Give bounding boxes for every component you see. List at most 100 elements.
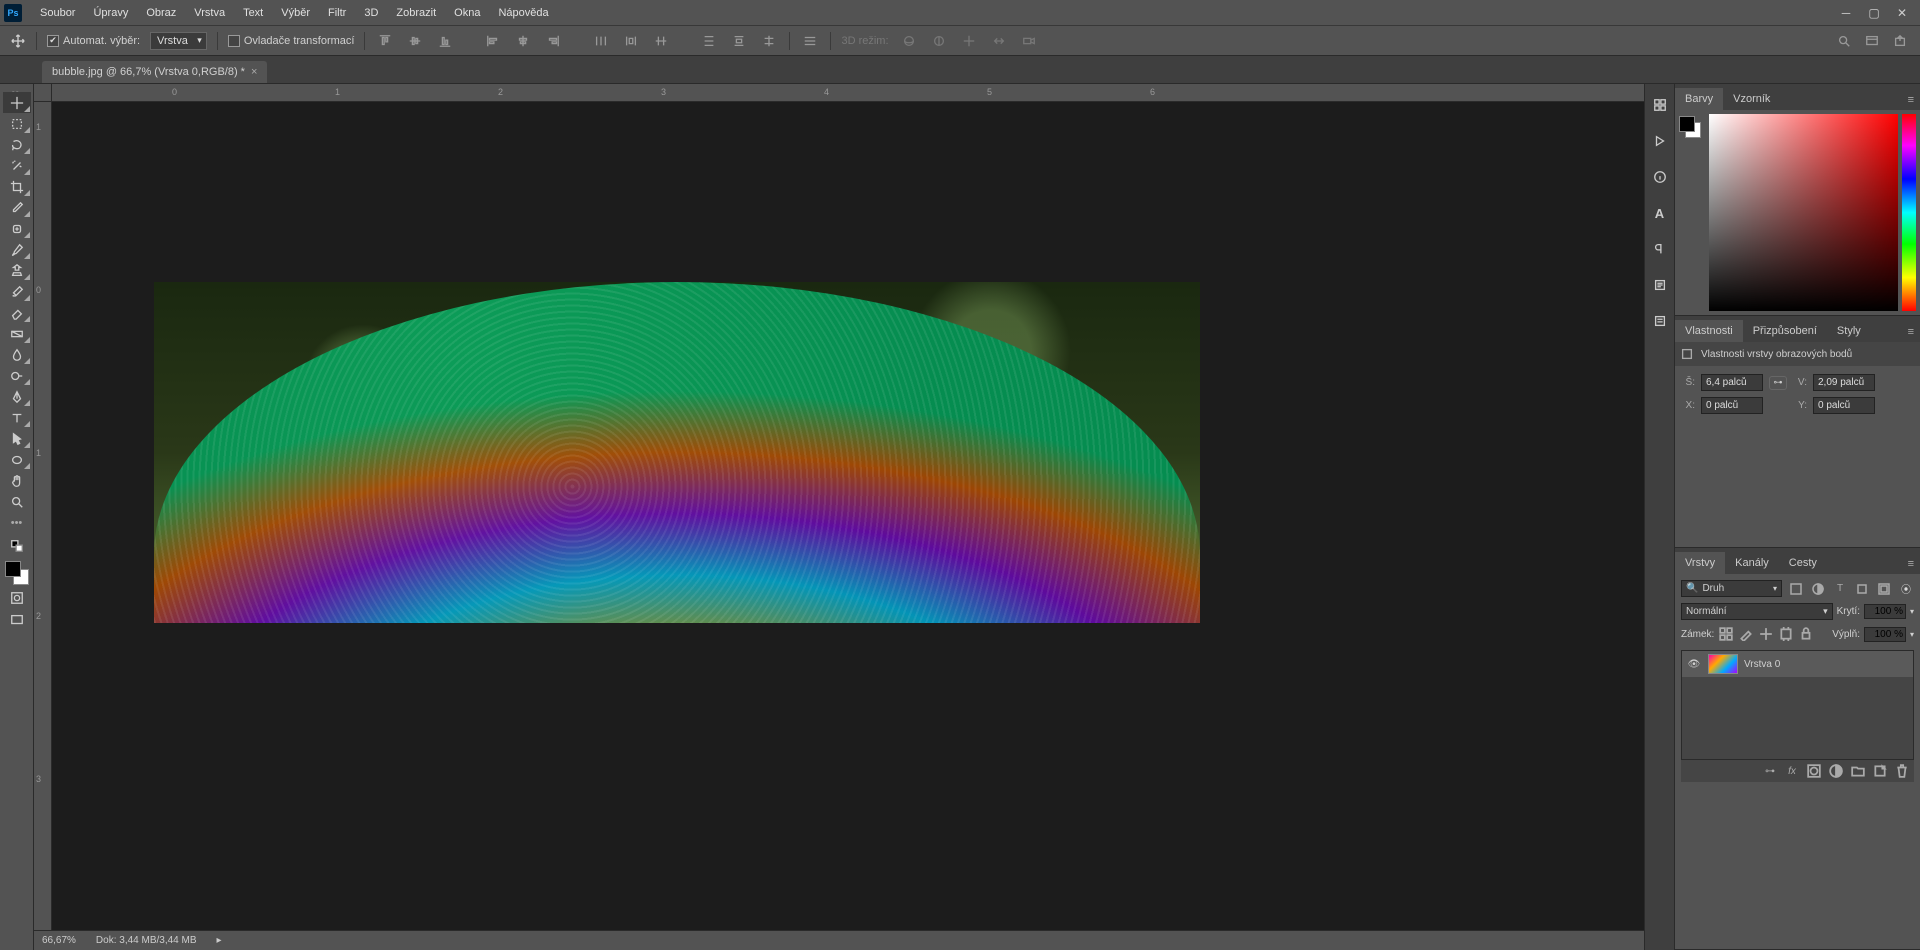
- menu-layer[interactable]: Vrstva: [186, 3, 233, 23]
- lock-pixels-icon[interactable]: [1718, 626, 1734, 642]
- filter-smart-icon[interactable]: [1876, 581, 1892, 597]
- menu-view[interactable]: Zobrazit: [388, 3, 444, 23]
- pen-tool[interactable]: [3, 386, 31, 407]
- shape-tool[interactable]: [3, 449, 31, 470]
- align-right-icon[interactable]: [543, 31, 563, 51]
- hand-tool[interactable]: [3, 470, 31, 491]
- eraser-tool[interactable]: [3, 302, 31, 323]
- x-input[interactable]: [1701, 397, 1763, 414]
- lock-position-icon[interactable]: [1758, 626, 1774, 642]
- group-icon[interactable]: [1850, 763, 1866, 779]
- zoom-tool[interactable]: [3, 491, 31, 512]
- tab-colors[interactable]: Barvy: [1675, 88, 1723, 110]
- colors-panel-menu-icon[interactable]: ≡: [1902, 90, 1920, 110]
- tab-layers[interactable]: Vrstvy: [1675, 552, 1725, 574]
- layers-panel-menu-icon[interactable]: ≡: [1902, 554, 1920, 574]
- type-tool[interactable]: [3, 407, 31, 428]
- trash-icon[interactable]: [1894, 763, 1910, 779]
- lasso-tool[interactable]: [3, 134, 31, 155]
- distribute-h3-icon[interactable]: [651, 31, 671, 51]
- share-icon[interactable]: [1890, 31, 1910, 51]
- more-align-icon[interactable]: [800, 31, 820, 51]
- link-layers-icon[interactable]: ⊶: [1762, 763, 1778, 779]
- paragraph-panel-icon[interactable]: [1651, 240, 1669, 258]
- 3d-camera-icon[interactable]: [1019, 31, 1039, 51]
- menu-select[interactable]: Výběr: [273, 3, 318, 23]
- tab-adjustments[interactable]: Přizpůsobení: [1743, 320, 1827, 342]
- status-arrow-icon[interactable]: ▸: [217, 935, 222, 946]
- foreground-color[interactable]: [5, 561, 21, 577]
- layer-list[interactable]: 👁 Vrstva 0: [1681, 650, 1914, 760]
- auto-select-checkbox[interactable]: Automat. výběr:: [47, 35, 140, 47]
- ruler-vertical[interactable]: 1 0 1 2 3: [34, 102, 52, 950]
- canvas-area[interactable]: 0 1 2 3 4 5 6 1 0 1 2 3 66,67% Dok: 3,44…: [34, 84, 1644, 950]
- lock-artboard-icon[interactable]: [1778, 626, 1794, 642]
- history-panel-icon[interactable]: [1651, 96, 1669, 114]
- filter-type-icon[interactable]: T: [1832, 581, 1848, 597]
- eyedropper-tool[interactable]: [3, 197, 31, 218]
- panel-color-swatches[interactable]: [1679, 116, 1701, 138]
- tab-paths[interactable]: Cesty: [1779, 552, 1827, 574]
- screenmode-tool-icon[interactable]: [7, 611, 27, 629]
- distribute-h2-icon[interactable]: [621, 31, 641, 51]
- history-brush-tool[interactable]: [3, 281, 31, 302]
- adjustment-layer-icon[interactable]: [1828, 763, 1844, 779]
- document-tab[interactable]: bubble.jpg @ 66,7% (Vrstva 0,RGB/8) * ×: [42, 61, 267, 83]
- menu-type[interactable]: Text: [235, 3, 271, 23]
- align-vcenter-icon[interactable]: [405, 31, 425, 51]
- blur-tool[interactable]: [3, 344, 31, 365]
- character-panel-icon[interactable]: A: [1651, 204, 1669, 222]
- align-top-icon[interactable]: [375, 31, 395, 51]
- menu-image[interactable]: Obraz: [138, 3, 184, 23]
- dodge-tool[interactable]: [3, 365, 31, 386]
- search-icon[interactable]: [1834, 31, 1854, 51]
- blend-mode-select[interactable]: Normální: [1681, 603, 1833, 620]
- distribute-v1-icon[interactable]: [699, 31, 719, 51]
- 3d-slide-icon[interactable]: [989, 31, 1009, 51]
- width-input[interactable]: [1701, 374, 1763, 391]
- tab-channels[interactable]: Kanály: [1725, 552, 1779, 574]
- move-tool[interactable]: [3, 92, 31, 113]
- healing-brush-tool[interactable]: [3, 218, 31, 239]
- zoom-level[interactable]: 66,67%: [42, 935, 76, 946]
- filter-pixel-icon[interactable]: [1788, 581, 1804, 597]
- filter-shape-icon[interactable]: [1854, 581, 1870, 597]
- tab-styles[interactable]: Styly: [1827, 320, 1871, 342]
- crop-tool[interactable]: [3, 176, 31, 197]
- gradient-tool[interactable]: [3, 323, 31, 344]
- visibility-eye-icon[interactable]: 👁: [1686, 659, 1702, 670]
- maximize-button[interactable]: ▢: [1860, 3, 1888, 23]
- screen-mode-icon[interactable]: [1862, 31, 1882, 51]
- fx-icon[interactable]: fx: [1784, 763, 1800, 779]
- menu-help[interactable]: Nápověda: [490, 3, 556, 23]
- tab-swatches[interactable]: Vzorník: [1723, 88, 1780, 110]
- distribute-v2-icon[interactable]: [729, 31, 749, 51]
- menu-3d[interactable]: 3D: [356, 3, 386, 23]
- close-tab-icon[interactable]: ×: [251, 66, 257, 78]
- tab-properties[interactable]: Vlastnosti: [1675, 320, 1743, 342]
- align-left-icon[interactable]: [483, 31, 503, 51]
- new-layer-icon[interactable]: [1872, 763, 1888, 779]
- menu-filter[interactable]: Filtr: [320, 3, 354, 23]
- default-colors-icon[interactable]: [7, 537, 27, 555]
- 3d-pan-icon[interactable]: [959, 31, 979, 51]
- distribute-h1-icon[interactable]: [591, 31, 611, 51]
- opacity-input[interactable]: [1864, 604, 1906, 619]
- hue-slider[interactable]: [1902, 114, 1916, 311]
- 3d-orbit-icon[interactable]: [899, 31, 919, 51]
- layer-name[interactable]: Vrstva 0: [1744, 659, 1780, 670]
- path-select-tool[interactable]: [3, 428, 31, 449]
- quickmask-icon[interactable]: [7, 589, 27, 607]
- actions-panel-icon[interactable]: [1651, 132, 1669, 150]
- lock-brush-icon[interactable]: [1738, 626, 1754, 642]
- ruler-horizontal[interactable]: 0 1 2 3 4 5 6: [52, 84, 1644, 102]
- link-dimensions-icon[interactable]: ⊶: [1769, 376, 1787, 390]
- auto-select-target[interactable]: Vrstva: [150, 32, 207, 50]
- doc-size[interactable]: Dok: 3,44 MB/3,44 MB: [96, 935, 197, 946]
- clone-panel-icon[interactable]: [1651, 312, 1669, 330]
- color-swatches[interactable]: [5, 561, 29, 585]
- y-input[interactable]: [1813, 397, 1875, 414]
- marquee-tool[interactable]: [3, 113, 31, 134]
- info-panel-icon[interactable]: [1651, 168, 1669, 186]
- filter-toggle-icon[interactable]: ⦿: [1898, 581, 1914, 597]
